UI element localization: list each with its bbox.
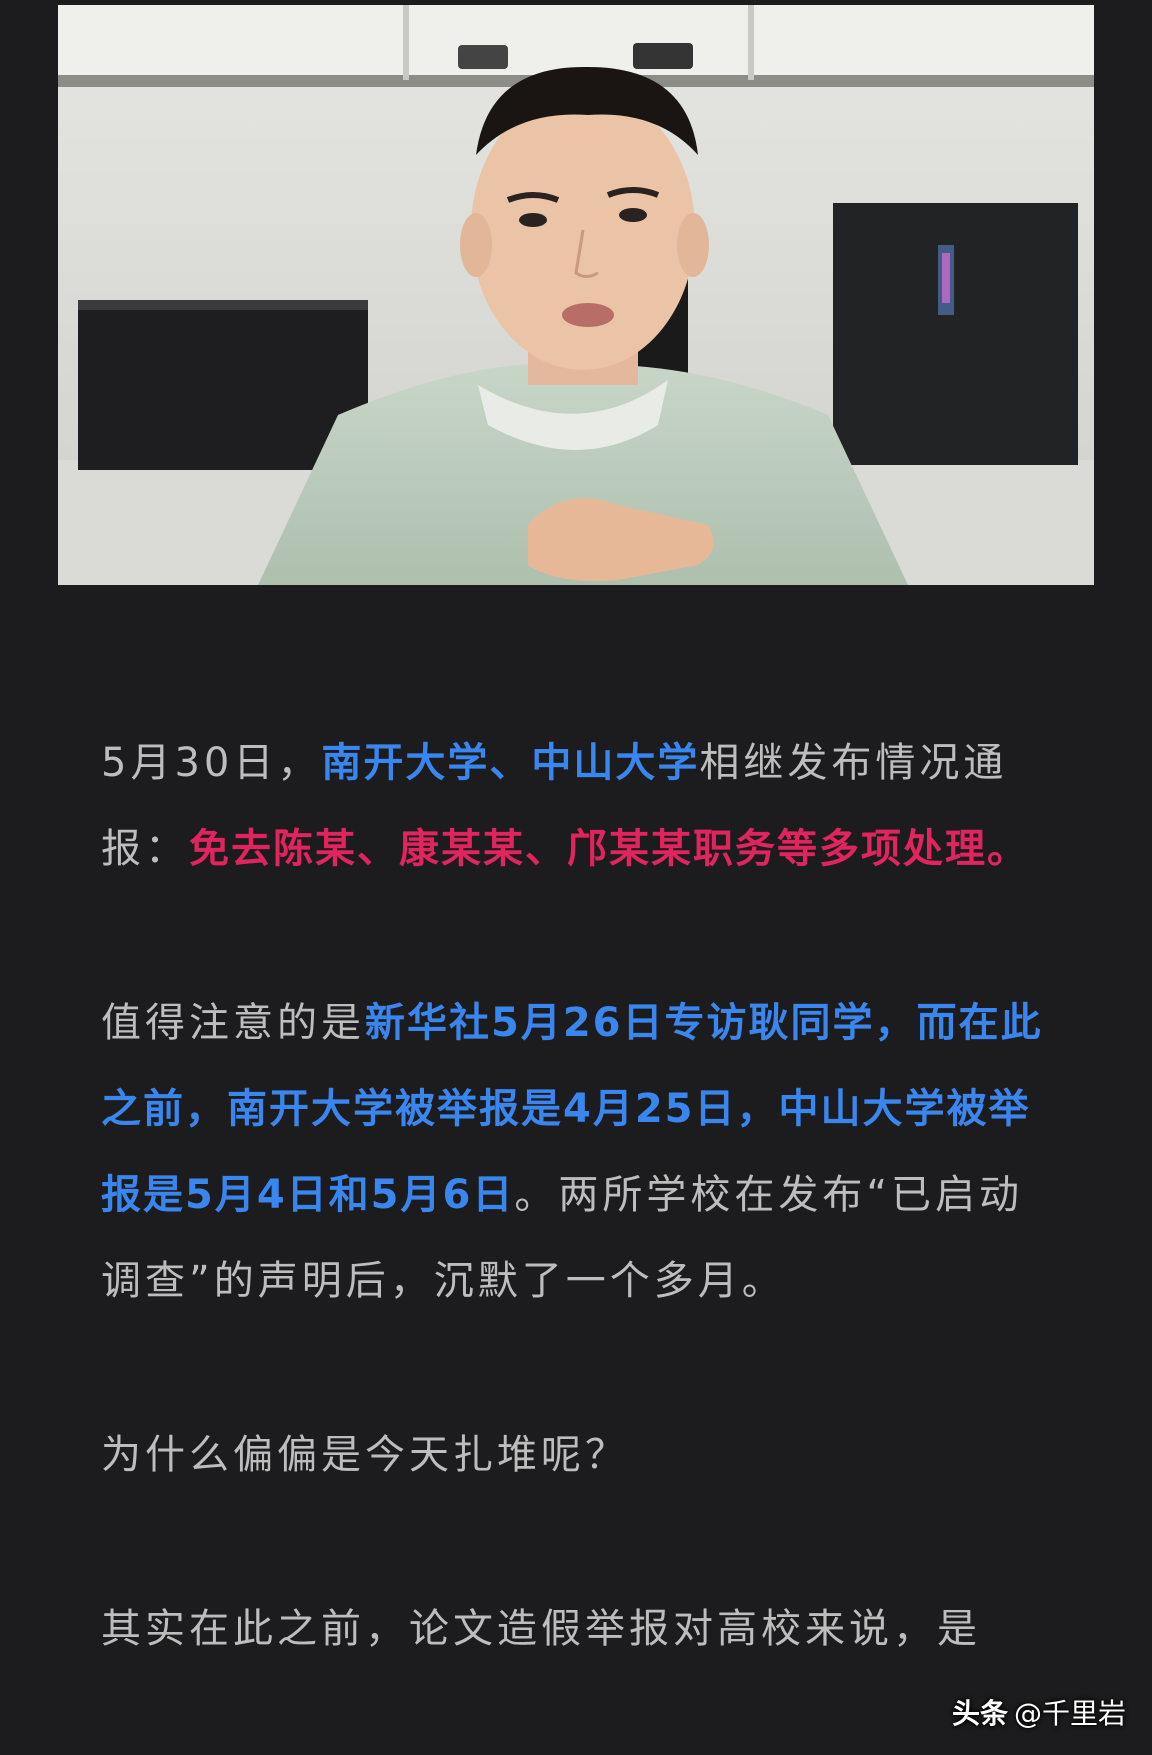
toutiao-brand: 头条 bbox=[951, 1697, 1008, 1730]
paragraph-1: 5月30日，南开大学、中山大学相继发布情况通报：免去陈某、康某某、邝某某职务等多… bbox=[101, 720, 1053, 892]
source-watermark: 头条 @千里岩 bbox=[952, 1692, 1126, 1732]
article-body: 5月30日，南开大学、中山大学相继发布情况通报：免去陈某、康某某、邝某某职务等多… bbox=[101, 720, 1053, 1672]
article-photo bbox=[58, 5, 1094, 585]
paragraph-4: 其实在此之前，论文造假举报对高校来说，是 bbox=[101, 1606, 981, 1652]
paragraph-3: 为什么偏偏是今天扎堆呢？ bbox=[101, 1432, 629, 1478]
paragraph-1-text-a: 5月30日， bbox=[101, 740, 322, 786]
highlight-punishment: 免去陈某、康某某、邝某某职务等多项处理。 bbox=[189, 826, 1029, 872]
author-handle: @千里岩 bbox=[1013, 1697, 1126, 1730]
paragraph-2-text-a: 值得注意的是 bbox=[101, 1000, 365, 1046]
speaker-photo-illustration bbox=[58, 5, 1094, 585]
highlight-universities: 南开大学、中山大学 bbox=[321, 740, 700, 786]
paragraph-2: 值得注意的是新华社5月26日专访耿同学，而在此之前，南开大学被举报是4月25日，… bbox=[101, 980, 1053, 1324]
